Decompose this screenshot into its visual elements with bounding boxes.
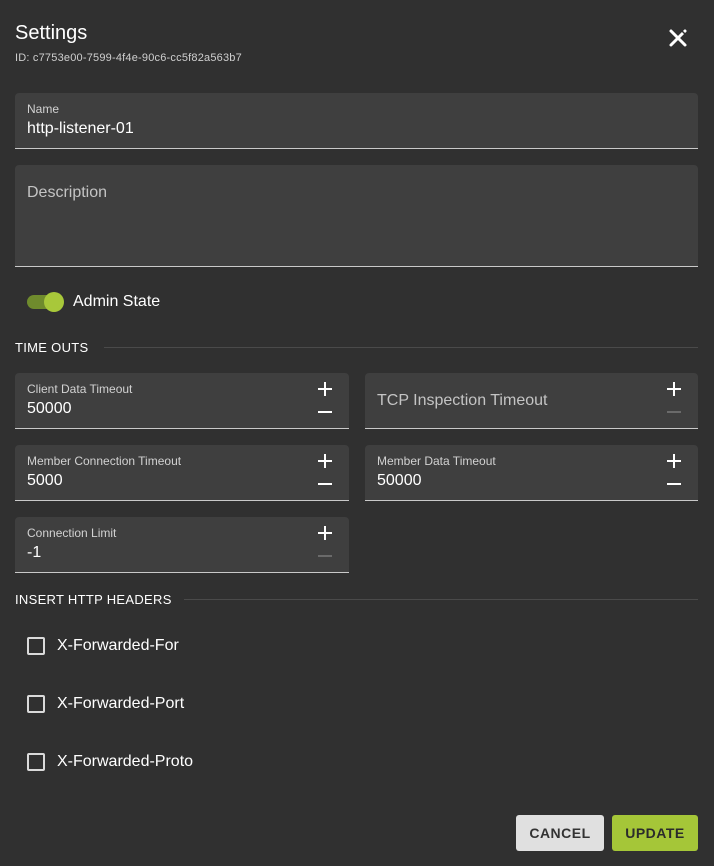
increment-icon[interactable]: [317, 453, 333, 469]
decrement-icon-disabled: [318, 555, 332, 557]
cancel-button[interactable]: CANCEL: [516, 815, 604, 851]
x-forwarded-port-checkbox[interactable]: [27, 695, 45, 713]
connection-limit-value: -1: [27, 544, 42, 561]
x-forwarded-for-checkbox[interactable]: [27, 637, 45, 655]
increment-icon[interactable]: [666, 453, 682, 469]
close-icon: [669, 29, 687, 47]
x-forwarded-port-label[interactable]: X-Forwarded-Port: [57, 695, 184, 713]
admin-state-toggle[interactable]: [27, 292, 65, 312]
tcp-inspection-timeout-field[interactable]: TCP Inspection Timeout: [365, 373, 698, 429]
dialog-id: ID: c7753e00-7599-4f4e-90c6-cc5f82a563b7: [15, 52, 242, 64]
name-value: http-listener-01: [27, 120, 134, 137]
decrement-icon-disabled: [667, 411, 681, 413]
member-data-timeout-label: Member Data Timeout: [377, 454, 496, 468]
description-field[interactable]: Description: [15, 165, 698, 267]
http-headers-divider: [184, 599, 698, 600]
x-forwarded-for-label[interactable]: X-Forwarded-For: [57, 637, 179, 655]
client-data-timeout-value: 50000: [27, 400, 72, 417]
timeouts-divider: [104, 347, 698, 348]
toggle-knob: [44, 292, 64, 312]
admin-state-label: Admin State: [73, 293, 161, 310]
member-connection-timeout-field[interactable]: Member Connection Timeout 5000: [15, 445, 349, 501]
member-data-timeout-field[interactable]: Member Data Timeout 50000: [365, 445, 698, 501]
member-data-timeout-value: 50000: [377, 472, 422, 489]
update-button[interactable]: UPDATE: [612, 815, 698, 851]
connection-limit-field[interactable]: Connection Limit -1: [15, 517, 349, 573]
http-headers-heading: INSERT HTTP HEADERS: [15, 592, 172, 607]
connection-limit-label: Connection Limit: [27, 526, 117, 540]
member-connection-timeout-value: 5000: [27, 472, 63, 489]
increment-icon[interactable]: [666, 381, 682, 397]
client-data-timeout-field[interactable]: Client Data Timeout 50000: [15, 373, 349, 429]
close-button[interactable]: [664, 24, 692, 52]
member-connection-timeout-label: Member Connection Timeout: [27, 454, 182, 468]
dialog-title: Settings: [15, 22, 88, 44]
increment-icon[interactable]: [317, 381, 333, 397]
name-label: Name: [27, 102, 60, 116]
x-forwarded-proto-checkbox[interactable]: [27, 753, 45, 771]
decrement-icon[interactable]: [666, 475, 682, 489]
increment-icon[interactable]: [317, 525, 333, 541]
timeouts-heading: TIME OUTS: [15, 340, 89, 355]
decrement-icon[interactable]: [317, 403, 333, 417]
x-forwarded-proto-label[interactable]: X-Forwarded-Proto: [57, 753, 193, 771]
tcp-inspection-timeout-placeholder: TCP Inspection Timeout: [377, 392, 548, 409]
description-placeholder: Description: [27, 184, 108, 201]
decrement-icon[interactable]: [317, 475, 333, 489]
name-field[interactable]: Name http-listener-01: [15, 93, 698, 149]
client-data-timeout-label: Client Data Timeout: [27, 382, 133, 396]
